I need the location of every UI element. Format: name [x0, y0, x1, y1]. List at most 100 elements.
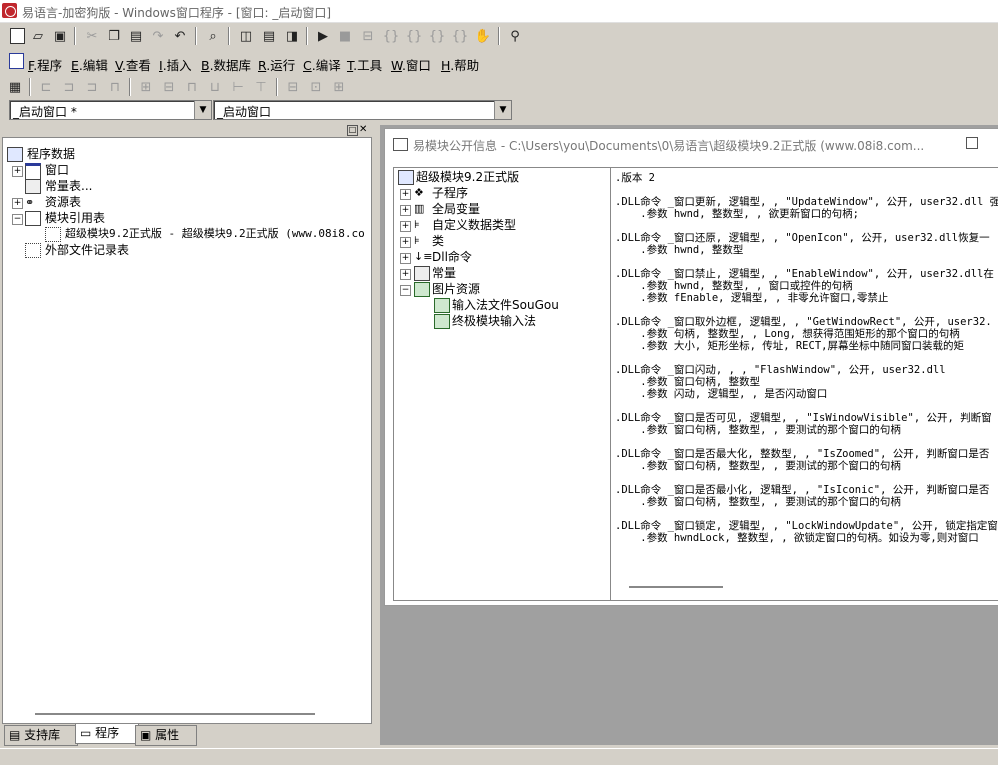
code-line: .DLL命令 _窗口取外边框, 逻辑型, , "GetWindowRect", … [615, 316, 992, 328]
code-line: .参数 hwndLock, 整数型, , 欲锁定窗口的句柄。如设为零,则对窗口 [615, 532, 979, 544]
run-icon[interactable]: ▶ [313, 26, 333, 46]
align-middle-icon[interactable]: ⊞ [136, 77, 156, 97]
code-line: .DLL命令 _窗口是否可见, 逻辑型, , "IsWindowVisible"… [615, 412, 992, 424]
debug-1-icon[interactable]: ⊟ [358, 26, 378, 46]
align-left-icon[interactable]: ⊏ [36, 77, 56, 97]
step-out-icon[interactable]: {} [427, 26, 447, 46]
expand-icon[interactable]: + [400, 221, 411, 232]
menu-help[interactable]: H.帮助 [441, 55, 479, 74]
open-folder-icon[interactable]: ▱ [28, 26, 48, 46]
code-line: .DLL命令 _窗口更新, 逻辑型, , "UpdateWindow", 公开,… [615, 196, 998, 208]
menu-tools[interactable]: T.工具 [347, 55, 382, 74]
menu-file[interactable]: F.程序 [28, 55, 62, 74]
close-icon[interactable]: ✕ [359, 124, 367, 135]
step-into-icon[interactable]: {} [381, 26, 401, 46]
chevron-down-icon[interactable]: ▼ [494, 101, 511, 119]
expand-icon[interactable]: + [400, 237, 411, 248]
module-info-dialog: 易模块公开信息 - C:\Users\you\Documents\0\易语言\超… [384, 128, 998, 606]
layout-2-icon[interactable]: ▤ [259, 26, 279, 46]
menu-view[interactable]: V.查看 [115, 55, 151, 74]
code-line: .DLL命令 _窗口锁定, 逻辑型, , "LockWindowUpdate",… [615, 520, 998, 532]
event-combo[interactable]: _启动窗口 ▼ [213, 100, 512, 120]
code-line: .DLL命令 _窗口还原, 逻辑型, , "OpenIcon", 公开, use… [615, 232, 990, 244]
menu-window[interactable]: W.窗口 [391, 55, 431, 74]
program-icon [398, 170, 414, 185]
library-icon: ▤ [9, 728, 21, 742]
hand-icon[interactable]: ✋ [473, 26, 493, 46]
run-to-icon[interactable]: {} [450, 26, 470, 46]
expand-icon[interactable]: + [400, 269, 411, 280]
paste-icon[interactable]: ▤ [126, 26, 146, 46]
window-title: 易语言-加密狗版 - Windows窗口程序 - [窗口: _启动窗口] [22, 6, 332, 20]
redo-icon[interactable]: ↷ [148, 26, 168, 46]
maximize-icon[interactable] [966, 137, 978, 149]
program-tree-panel: 程序数据 + 窗口 常量表... + ⚭ 资源表 − 模块引用表 超级模块9.2… [2, 137, 372, 724]
menu-database[interactable]: B.数据库 [201, 55, 251, 74]
new-file-icon[interactable] [7, 26, 27, 46]
center-h-icon[interactable]: ⊟ [283, 77, 303, 97]
expand-icon[interactable]: + [12, 166, 23, 177]
h-scrollbar[interactable] [35, 713, 315, 715]
image-icon [434, 298, 450, 313]
same-height-icon[interactable]: ⊔ [205, 77, 225, 97]
const-icon [25, 179, 41, 194]
stop-icon[interactable]: ■ [335, 26, 355, 46]
dialog-code-view[interactable]: .版本 2 .DLL命令 _窗口更新, 逻辑型, , "UpdateWindow"… [610, 167, 998, 601]
undo-icon[interactable]: ↶ [170, 26, 190, 46]
menu-compile[interactable]: C.编译 [303, 55, 341, 74]
align-center-icon[interactable]: ⊐ [59, 77, 79, 97]
code-line: .参数 hwnd, 整数型, , 欲更新窗口的句柄; [615, 208, 859, 220]
class-icon: ⊧ [414, 234, 420, 247]
binoculars-icon[interactable]: ⚲ [505, 26, 525, 46]
dialog-title: 易模块公开信息 - C:\Users\you\Documents\0\易语言\超… [413, 139, 925, 153]
cut-icon[interactable]: ✂ [82, 26, 102, 46]
same-width-icon[interactable]: ⊓ [182, 77, 202, 97]
object-combo[interactable]: _启动窗口 * ▼ [9, 100, 212, 120]
chevron-down-icon[interactable]: ▼ [194, 101, 211, 119]
menu-run[interactable]: R.运行 [258, 55, 295, 74]
doc-menu-icon[interactable] [6, 51, 26, 71]
find-icon[interactable]: ⌕ [203, 26, 223, 46]
code-line: .参数 窗口句柄, 整数型, , 要测试的那个窗口的句柄 [615, 424, 901, 436]
event-combo-value: _启动窗口 [217, 105, 272, 119]
subprogram-icon: ❖ [414, 186, 424, 199]
dialog-icon [393, 138, 408, 151]
center-v-icon[interactable]: ⊡ [306, 77, 326, 97]
step-over-icon[interactable]: {} [404, 26, 424, 46]
menu-insert[interactable]: I.插入 [159, 55, 192, 74]
tab-program[interactable]: ▭ 程序 [75, 724, 139, 744]
align-bottom-icon[interactable]: ⊟ [159, 77, 179, 97]
image-icon [414, 282, 430, 297]
panel-header: □ ✕ [2, 124, 370, 136]
expand-icon[interactable]: + [400, 189, 411, 200]
expand-icon[interactable]: + [400, 205, 411, 216]
align-top-icon[interactable]: ⊓ [105, 77, 125, 97]
collapse-icon[interactable]: − [400, 285, 411, 296]
code-line: .参数 窗口句柄, 整数型 [615, 376, 761, 388]
center-both-icon[interactable]: ⊞ [329, 77, 349, 97]
grid-icon[interactable]: ▦ [5, 77, 25, 97]
global-var-icon: ▥ [414, 202, 425, 215]
layout-1-icon[interactable]: ◫ [236, 26, 256, 46]
expand-icon[interactable]: + [12, 198, 23, 209]
const-icon [414, 266, 430, 281]
hspace-icon[interactable]: ⊢ [228, 77, 248, 97]
code-line: .版本 2 [615, 172, 655, 184]
layout-3-icon[interactable]: ◨ [282, 26, 302, 46]
collapse-icon[interactable]: − [12, 214, 23, 225]
title-bar: 易语言-加密狗版 - Windows窗口程序 - [窗口: _启动窗口] [0, 0, 998, 23]
copy-icon[interactable]: ❐ [104, 26, 124, 46]
menu-edit[interactable]: E.编辑 [71, 55, 108, 74]
restore-icon[interactable]: □ [347, 125, 358, 136]
expand-icon[interactable]: + [400, 253, 411, 264]
tab-support-lib[interactable]: ▤ 支持库 [4, 725, 78, 746]
module-icon [25, 211, 41, 226]
save-icon[interactable]: ▣ [50, 26, 70, 46]
code-line: .参数 窗口句柄, 整数型, , 要测试的那个窗口的句柄 [615, 496, 901, 508]
tab-properties[interactable]: ▣ 属性 [135, 725, 197, 746]
align-toolbar: ▦ ⊏ ⊐ ⊐ ⊓ ⊞ ⊟ ⊓ ⊔ ⊢ ⊤ ⊟ ⊡ ⊞ [0, 75, 998, 99]
code-line: .参数 句柄, 整数型, , Long, 想获得范围矩形的那个窗口的句柄 [615, 328, 960, 340]
vspace-icon[interactable]: ⊤ [251, 77, 271, 97]
align-right-icon[interactable]: ⊐ [82, 77, 102, 97]
h-scrollbar[interactable] [629, 586, 723, 588]
